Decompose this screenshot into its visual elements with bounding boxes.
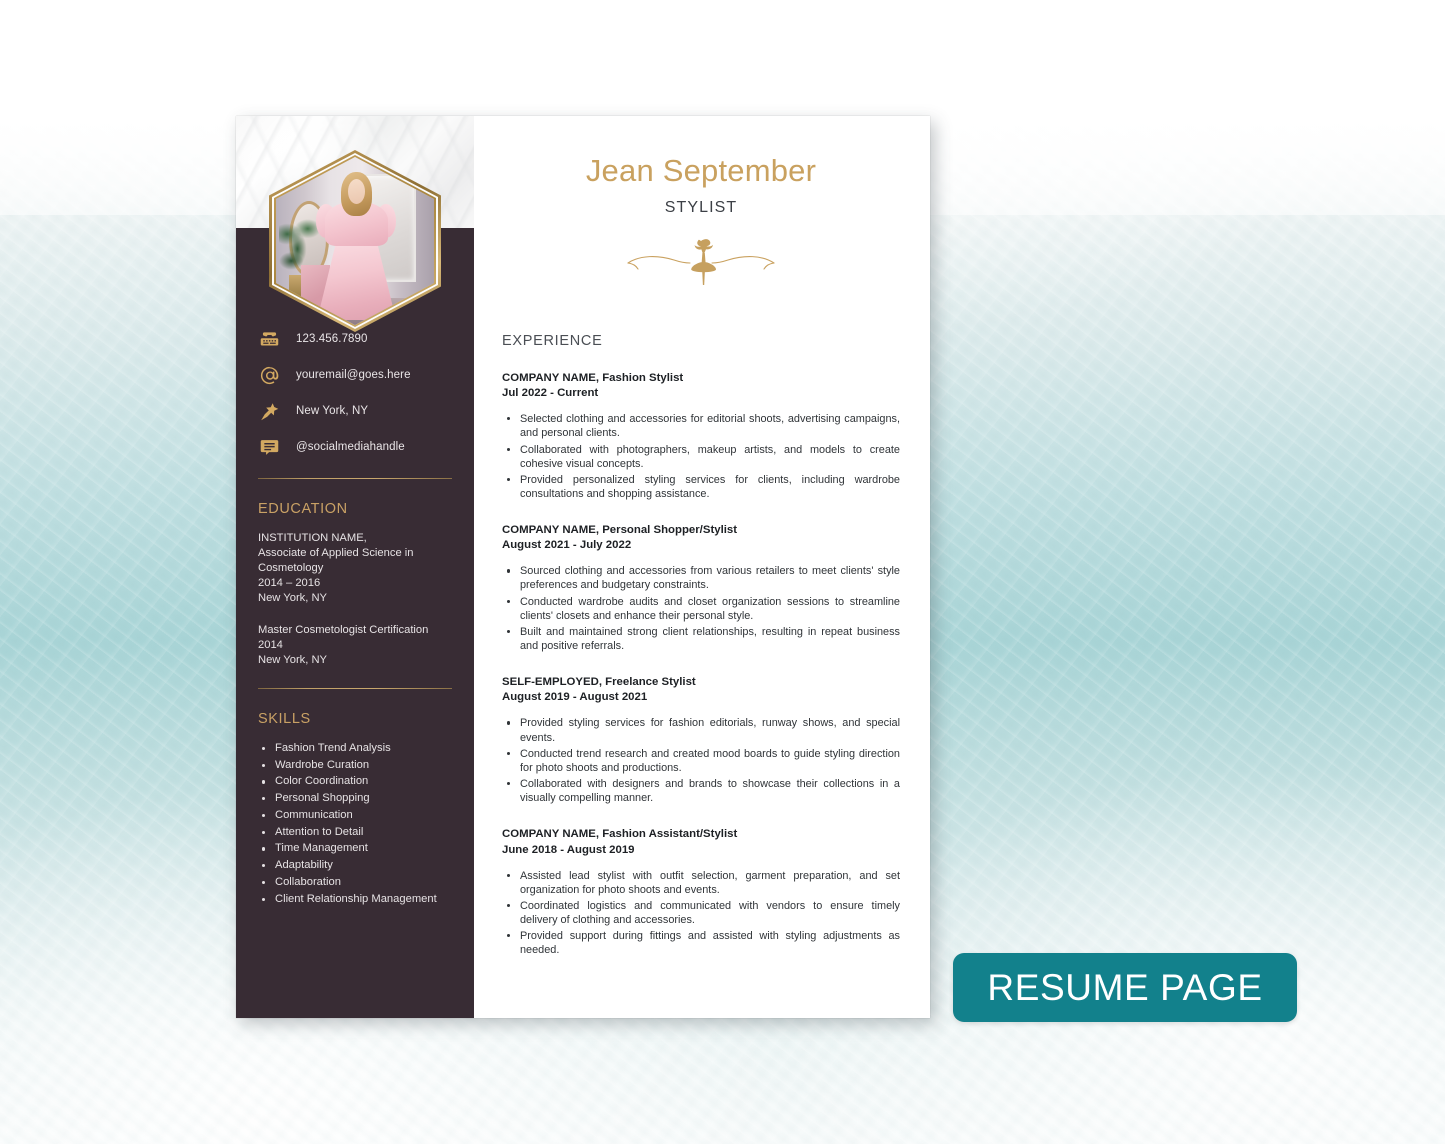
experience-list: COMPANY NAME, Fashion Stylist Jul 2022 - … xyxy=(502,371,900,958)
at-sign-icon xyxy=(258,364,280,386)
resume-page: 123.456.7890 youremail@goes.here New Yor… xyxy=(236,116,930,1018)
dancer-flourish-ornament-icon xyxy=(502,233,900,286)
skills-heading: SKILLS xyxy=(258,711,311,727)
skill-item: Time Management xyxy=(258,841,452,856)
skill-item: Attention to Detail xyxy=(258,825,452,840)
experience-duty-item: Collaborated with designers and brands t… xyxy=(502,777,900,805)
skill-item: Communication xyxy=(258,808,452,823)
contact-value-social: @socialmediahandle xyxy=(296,441,405,453)
experience-duty-item: Conducted trend research and created moo… xyxy=(502,747,900,775)
phone-icon xyxy=(258,328,280,350)
experience-duty-item: Sourced clothing and accessories from va… xyxy=(502,564,900,592)
experience-duty-list: Assisted lead stylist with outfit select… xyxy=(502,869,900,958)
experience-title: COMPANY NAME, Fashion Stylist xyxy=(502,372,684,385)
page-title: Jean September xyxy=(585,153,817,188)
resume-sidebar: 123.456.7890 youremail@goes.here New Yor… xyxy=(236,116,474,1018)
contact-list: 123.456.7890 youremail@goes.here New Yor… xyxy=(258,328,452,458)
contact-item-email[interactable]: youremail@goes.here xyxy=(258,364,452,386)
sidebar-divider-skills xyxy=(258,688,452,689)
skill-item: Client Relationship Management xyxy=(258,892,452,907)
experience-title: COMPANY NAME, Fashion Assistant/Stylist xyxy=(502,828,738,841)
profile-photo-hexagon xyxy=(269,150,441,332)
experience-duty-item: Provided support during fittings and ass… xyxy=(502,929,900,957)
experience-title: SELF-EMPLOYED, Freelance Stylist xyxy=(502,676,696,689)
contact-value-email: youremail@goes.here xyxy=(296,369,411,381)
skill-item: Wardrobe Curation xyxy=(258,758,452,773)
experience-duty-list: Provided styling services for fashion ed… xyxy=(502,716,900,805)
status-badge-label: RESUME PAGE xyxy=(987,966,1263,1008)
experience-duty-item: Provided styling services for fashion ed… xyxy=(502,716,900,744)
skill-item: Adaptability xyxy=(258,858,452,873)
experience-title: COMPANY NAME, Personal Shopper/Stylist xyxy=(502,524,738,537)
experience-duty-list: Sourced clothing and accessories from va… xyxy=(502,564,900,653)
experience-entry: SELF-EMPLOYED, Freelance Stylist August 2… xyxy=(502,675,900,805)
experience-duty-item: Selected clothing and accessories for ed… xyxy=(502,412,900,440)
experience-duty-item: Collaborated with photographers, makeup … xyxy=(502,443,900,471)
experience-duty-item: Assisted lead stylist with outfit select… xyxy=(502,869,900,897)
skills-list: Fashion Trend Analysis Wardrobe Curation C… xyxy=(258,741,452,907)
contact-item-social[interactable]: @socialmediahandle xyxy=(258,436,452,458)
sidebar-divider-education xyxy=(258,478,452,479)
contact-item-phone[interactable]: 123.456.7890 xyxy=(258,328,452,350)
experience-duty-item: Provided personalized styling services f… xyxy=(502,473,900,501)
education-heading: EDUCATION xyxy=(258,501,348,517)
experience-date: June 2018 - August 2019 xyxy=(502,843,635,856)
experience-date: Jul 2022 - Current xyxy=(502,387,599,400)
skill-item: Collaboration xyxy=(258,875,452,890)
experience-entry: COMPANY NAME, Personal Shopper/Stylist Au… xyxy=(502,523,900,653)
job-role-subtitle: STYLIST xyxy=(664,199,738,217)
skill-item: Personal Shopping xyxy=(258,791,452,806)
experience-date: August 2021 - July 2022 xyxy=(502,539,632,552)
pushpin-icon xyxy=(258,400,280,422)
education-entry: Master Cosmetologist Certification 2014 … xyxy=(258,624,429,666)
speech-bubble-icon xyxy=(258,436,280,458)
education-entry: INSTITUTION NAME, Associate of Applied S… xyxy=(258,532,414,604)
experience-heading: EXPERIENCE xyxy=(502,333,603,350)
skill-item: Color Coordination xyxy=(258,774,452,789)
experience-duty-list: Selected clothing and accessories for ed… xyxy=(502,412,900,501)
skill-item: Fashion Trend Analysis xyxy=(258,741,452,756)
contact-value-location: New York, NY xyxy=(296,405,369,417)
sidebar-content: 123.456.7890 youremail@goes.here New Yor… xyxy=(236,328,474,908)
contact-value-phone: 123.456.7890 xyxy=(296,333,368,345)
experience-entry: COMPANY NAME, Fashion Assistant/Stylist J… xyxy=(502,827,900,957)
contact-item-location[interactable]: New York, NY xyxy=(258,400,452,422)
experience-date: August 2019 - August 2021 xyxy=(502,691,648,704)
experience-entry: COMPANY NAME, Fashion Stylist Jul 2022 - … xyxy=(502,371,900,501)
resume-main-column: Jean September STYLIST EXPERIENCE COMPAN… xyxy=(474,116,930,1018)
experience-duty-item: Built and maintained strong client relat… xyxy=(502,625,900,653)
experience-duty-item: Coordinated logistics and communicated w… xyxy=(502,899,900,927)
experience-duty-item: Conducted wardrobe audits and closet org… xyxy=(502,595,900,623)
status-badge: RESUME PAGE xyxy=(953,953,1297,1022)
